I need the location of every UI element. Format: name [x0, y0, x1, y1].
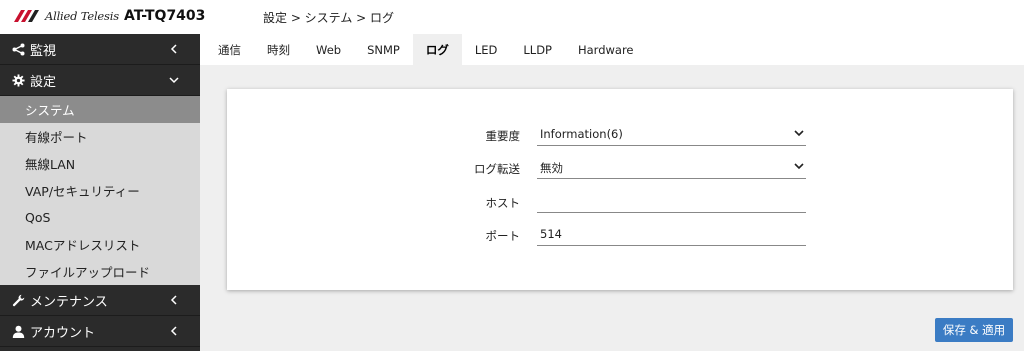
sidebar-item-qos[interactable]: QoS: [0, 204, 200, 231]
forward-value: 無効: [540, 161, 563, 175]
log-forward-select[interactable]: 無効: [537, 155, 806, 179]
sidebar-item-maintenance[interactable]: メンテナンス: [0, 285, 200, 316]
severity-label: 重要度: [485, 129, 521, 143]
sidebar-item-label: アカウント: [30, 325, 96, 341]
chevron-down-icon: [794, 163, 804, 170]
sidebar-item-monitor[interactable]: 監視: [0, 34, 200, 65]
settings-subnav: システム 有線ポート 無線LAN VAP/セキュリティー QoS MACアドレス…: [0, 96, 200, 285]
severity-row: 重要度 Information(6): [227, 122, 1013, 146]
user-icon: [10, 325, 26, 338]
allied-telesis-logo-icon: [14, 10, 39, 22]
severity-value: Information(6): [540, 127, 623, 141]
sidebar-item-label: 監視: [30, 43, 57, 59]
brand-logo: Allied Telesis: [14, 9, 119, 23]
sidebar-item-vap-security[interactable]: VAP/セキュリティー: [0, 177, 200, 204]
wrench-icon: [10, 294, 26, 307]
tab-web[interactable]: Web: [303, 34, 354, 65]
tab-led[interactable]: LED: [462, 34, 511, 65]
chevron-down-icon: [794, 130, 804, 137]
brand-name: Allied Telesis: [45, 9, 119, 23]
sidebar-item-file-upload[interactable]: ファイルアップロード: [0, 258, 200, 285]
chevron-left-icon: [170, 326, 177, 336]
chevron-left-icon: [170, 295, 177, 305]
sidebar-item-label: 設定: [30, 74, 57, 90]
sidebar-item-label: メンテナンス: [30, 294, 108, 310]
forward-label: ログ転送: [474, 162, 520, 176]
tab-log[interactable]: ログ: [412, 34, 462, 65]
sidebar-item-account[interactable]: アカウント: [0, 316, 200, 347]
tab-hardware[interactable]: Hardware: [565, 34, 647, 65]
sidebar-item-system[interactable]: システム: [0, 96, 200, 123]
app-header: Allied Telesis AT-TQ7403 設定 > システム > ログ: [0, 0, 1024, 34]
device-model: AT-TQ7403: [124, 8, 206, 24]
host-label: ホスト: [485, 196, 521, 210]
breadcrumb: 設定 > システム > ログ: [263, 11, 395, 25]
log-settings-card: 重要度 Information(6) ログ転送 無効 ホスト ポート 514: [227, 89, 1013, 290]
sidebar: 監視 設定 システム 有線ポート 無線LAN VAP/セキュリティー QoS M…: [0, 34, 200, 351]
share-icon: [10, 43, 26, 56]
tab-time[interactable]: 時刻: [254, 34, 303, 65]
sidebar-item-wired-port[interactable]: 有線ポート: [0, 123, 200, 150]
settings-tabs: 通信 時刻 Web SNMP ログ LED LLDP Hardware: [200, 34, 1024, 65]
forward-row: ログ転送 無効: [227, 155, 1013, 179]
tab-lldp[interactable]: LLDP: [510, 34, 565, 65]
port-label: ポート: [485, 229, 521, 243]
tab-communication[interactable]: 通信: [200, 34, 254, 65]
port-input[interactable]: 514: [537, 222, 806, 246]
chevron-left-icon: [170, 44, 177, 54]
save-apply-button[interactable]: 保存 & 適用: [935, 318, 1013, 342]
port-row: ポート 514: [227, 222, 1013, 246]
sidebar-item-mac-address-list[interactable]: MACアドレスリスト: [0, 231, 200, 258]
sidebar-item-wireless-lan[interactable]: 無線LAN: [0, 150, 200, 177]
host-input[interactable]: [537, 189, 806, 213]
severity-select[interactable]: Information(6): [537, 122, 806, 146]
host-row: ホスト: [227, 189, 1013, 213]
tab-snmp[interactable]: SNMP: [354, 34, 413, 65]
sidebar-item-settings[interactable]: 設定: [0, 65, 200, 96]
chevron-down-icon: [169, 77, 179, 84]
gear-icon: [10, 73, 26, 87]
